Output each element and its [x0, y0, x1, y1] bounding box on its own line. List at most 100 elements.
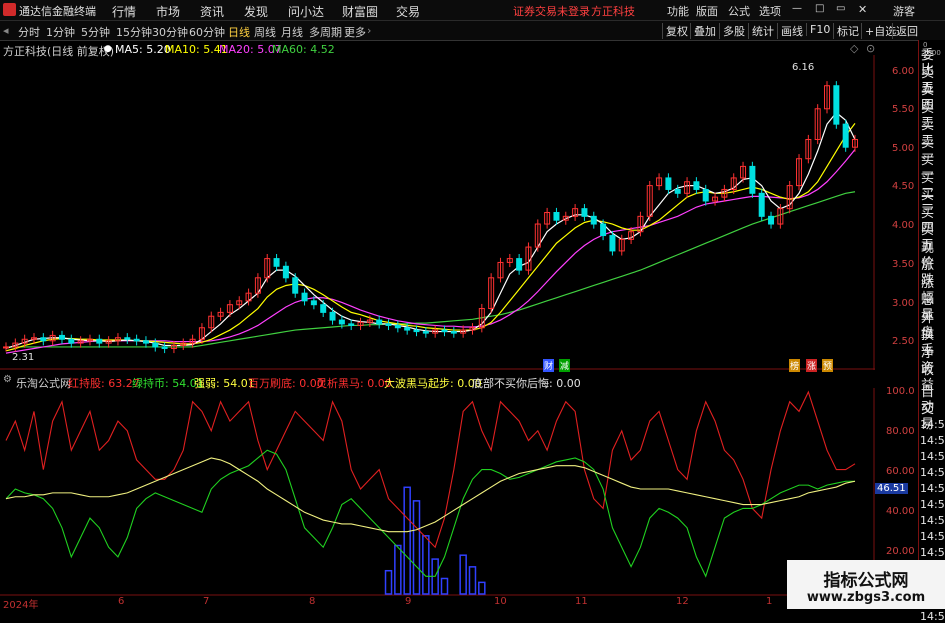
- menu-discover[interactable]: 发现: [244, 3, 268, 20]
- maximize-icon[interactable]: □: [815, 3, 824, 14]
- btn-back[interactable]: 返回: [892, 23, 918, 39]
- x-label: 7: [203, 596, 210, 607]
- menu-ask[interactable]: 问小达: [288, 3, 324, 20]
- period-daily[interactable]: 日线: [228, 24, 250, 40]
- period-5min[interactable]: 5分钟: [81, 24, 110, 40]
- candle-body: [320, 304, 327, 313]
- btn-f10[interactable]: F10: [806, 23, 830, 36]
- candle-body: [693, 181, 700, 190]
- candle-body: [161, 346, 168, 349]
- candle-body: [702, 188, 709, 202]
- indicator-chart[interactable]: [0, 388, 875, 596]
- period-1min[interactable]: 1分钟: [46, 24, 75, 40]
- candlestick-chart[interactable]: 6.16 2.31: [0, 55, 875, 370]
- ma-dot-icon: ●: [104, 44, 112, 54]
- btn-add-watchlist[interactable]: +自选: [861, 23, 896, 39]
- period-30min[interactable]: 30分钟: [152, 24, 188, 40]
- indicator-settings-icon[interactable]: ⚙: [3, 374, 12, 385]
- menu-options[interactable]: 选项: [759, 3, 781, 19]
- candle-body: [581, 208, 588, 217]
- restore-icon[interactable]: ▭: [836, 3, 845, 14]
- period-more[interactable]: 更多: [344, 24, 366, 40]
- candle-body: [282, 265, 289, 279]
- badge-finance[interactable]: 财: [543, 359, 555, 372]
- guest-label[interactable]: 游客: [893, 3, 915, 19]
- badge-rank[interactable]: 榜: [789, 359, 801, 372]
- sidebar-time: 14:56: [920, 498, 945, 511]
- btn-mark[interactable]: 标记: [833, 23, 859, 39]
- candle-body: [768, 215, 775, 225]
- diamond-icon[interactable]: ◇: [850, 42, 858, 55]
- period-tick[interactable]: 分时: [18, 24, 40, 40]
- price-axis: 6.00 5.50 5.00 4.50 4.00 3.50 3.00 2.50: [876, 55, 918, 370]
- period-60min[interactable]: 60分钟: [189, 24, 225, 40]
- main-info-bar: 方正科技(日线 前复权) ● MA5: 5.20 MA10: 5.41 MA20…: [0, 41, 918, 58]
- volume-bar: [422, 535, 430, 595]
- candle-body: [422, 331, 429, 334]
- price-tick: 4.50: [892, 181, 915, 192]
- toolbar-arrow-icon[interactable]: ◂: [3, 24, 9, 37]
- btn-adjust[interactable]: 复权: [662, 23, 688, 39]
- chevron-right-icon[interactable]: ›: [367, 24, 371, 37]
- btn-multi-stock[interactable]: 多股: [719, 23, 745, 39]
- menu-news[interactable]: 资讯: [200, 3, 224, 20]
- price-tick: 2.50: [892, 336, 915, 347]
- volume-bar: [403, 486, 411, 595]
- app-logo-icon: [3, 3, 16, 16]
- btn-overlay[interactable]: 叠加: [690, 23, 716, 39]
- menu-trade[interactable]: 交易: [396, 3, 420, 20]
- minimize-icon[interactable]: —: [792, 3, 802, 14]
- chart-option-icon[interactable]: ⊙: [866, 42, 875, 55]
- menu-layout[interactable]: 版面: [696, 3, 718, 19]
- volume-bar: [412, 500, 421, 595]
- ma10-line: [5, 123, 856, 352]
- sidebar-time: 14:56: [920, 530, 945, 543]
- badge-forecast[interactable]: 预: [822, 359, 834, 372]
- btn-stats[interactable]: 统计: [748, 23, 774, 39]
- close-icon[interactable]: ✕: [858, 3, 867, 16]
- current-value-tag: 46.51: [875, 483, 908, 494]
- menu-wealth[interactable]: 财富圈: [342, 3, 378, 20]
- x-label: 1: [766, 596, 773, 607]
- ma5-line: [5, 111, 856, 350]
- period-multi[interactable]: 多周期: [309, 24, 342, 40]
- candle-body: [413, 329, 420, 333]
- sidebar-time: 14:56: [920, 546, 945, 559]
- low-label: 2.31: [12, 352, 34, 363]
- period-15min[interactable]: 15分钟: [116, 24, 152, 40]
- volume-bar: [459, 554, 467, 595]
- candle-body: [301, 292, 308, 302]
- volume-bar: [394, 544, 402, 595]
- price-tick: 6.00: [892, 66, 915, 77]
- x-label: 6: [118, 596, 125, 607]
- period-weekly[interactable]: 周线: [254, 24, 276, 40]
- badge-rise[interactable]: 涨: [806, 359, 818, 372]
- candle-body: [665, 177, 672, 190]
- menu-market[interactable]: 市场: [156, 3, 180, 20]
- candle-body: [142, 340, 149, 344]
- ma60-line: [6, 191, 856, 348]
- price-tick: 3.50: [892, 259, 915, 270]
- menu-function[interactable]: 功能: [667, 3, 689, 19]
- menu-quotes[interactable]: 行情: [112, 3, 136, 20]
- x-label: 12: [676, 596, 689, 607]
- candle-body: [441, 329, 448, 333]
- menu-formula[interactable]: 公式: [728, 3, 750, 19]
- btn-draw[interactable]: 画线: [777, 23, 803, 39]
- watermark-url: www.zbgs3.com: [806, 590, 926, 605]
- x-label: 11: [575, 596, 588, 607]
- strength-line: [5, 457, 856, 533]
- price-tick: 5.50: [892, 104, 915, 115]
- sidebar-time: 14:56: [920, 450, 945, 463]
- volume-bar: [440, 577, 449, 595]
- login-notice[interactable]: 证券交易未登录: [513, 3, 590, 19]
- sidebar-time: 14:56: [920, 514, 945, 527]
- candle-body: [133, 338, 140, 342]
- green-hold-line: [5, 449, 855, 578]
- high-label: 6.16: [792, 62, 814, 73]
- period-monthly[interactable]: 月线: [281, 24, 303, 40]
- x-label: 10: [494, 596, 507, 607]
- badge-reduce[interactable]: 减: [559, 359, 571, 372]
- candle-body: [152, 342, 159, 348]
- watermark-main: 指标公式网: [823, 571, 909, 591]
